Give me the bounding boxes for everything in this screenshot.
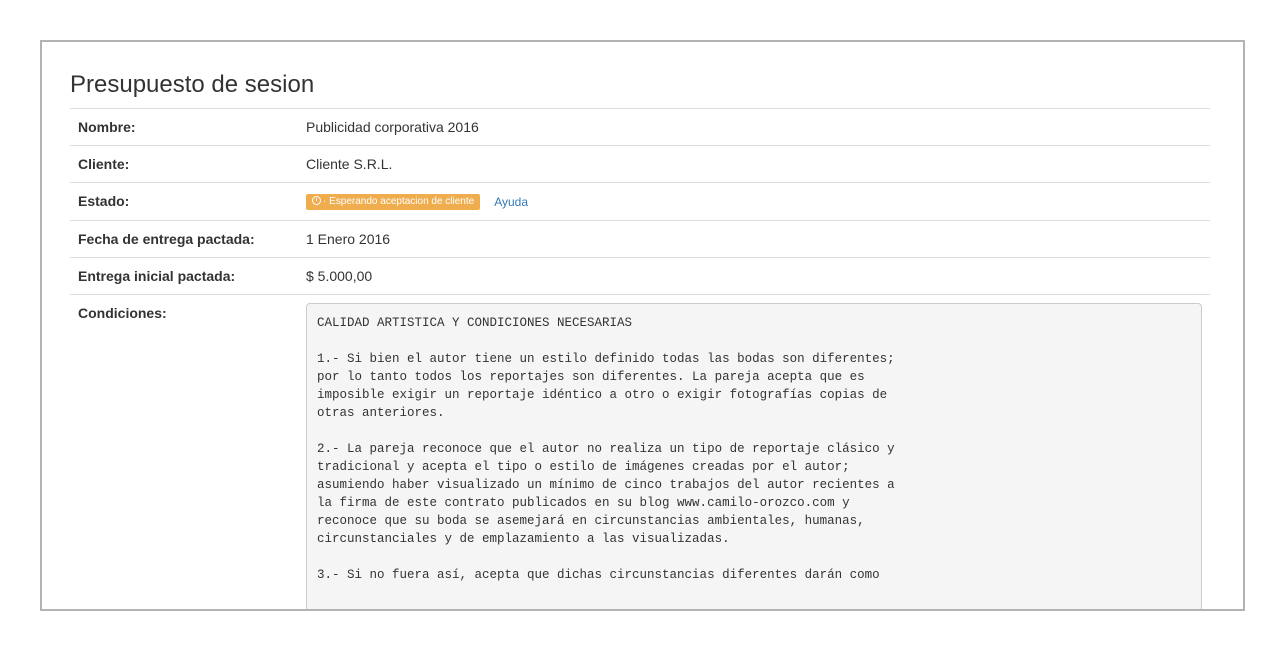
status-badge: · Esperando aceptacion de cliente bbox=[306, 194, 481, 211]
cliente-label: Cliente: bbox=[70, 145, 298, 183]
clock-icon bbox=[312, 196, 321, 206]
row-estado: Estado: · Esperando aceptacion de client… bbox=[70, 181, 1210, 221]
nombre-value: Publicidad corporativa 2016 bbox=[298, 108, 1210, 146]
condiciones-label: Condiciones: bbox=[70, 294, 298, 609]
row-cliente: Cliente: Cliente S.R.L. bbox=[70, 145, 1210, 183]
budget-panel: Presupuesto de sesion Nombre: Publicidad… bbox=[40, 40, 1245, 611]
nombre-label: Nombre: bbox=[70, 108, 298, 146]
cliente-value: Cliente S.R.L. bbox=[298, 145, 1210, 183]
conditions-textarea[interactable]: CALIDAD ARTISTICA Y CONDICIONES NECESARI… bbox=[306, 303, 1202, 609]
row-entrega: Entrega inicial pactada: $ 5.000,00 bbox=[70, 257, 1210, 295]
condiciones-value: CALIDAD ARTISTICA Y CONDICIONES NECESARI… bbox=[298, 294, 1210, 609]
estado-value: · Esperando aceptacion de cliente Ayuda bbox=[298, 181, 1210, 221]
row-fecha: Fecha de entrega pactada: 1 Enero 2016 bbox=[70, 220, 1210, 258]
estado-label: Estado: bbox=[70, 181, 298, 221]
fecha-value: 1 Enero 2016 bbox=[298, 220, 1210, 258]
status-badge-text: · Esperando aceptacion de cliente bbox=[323, 196, 475, 208]
row-nombre: Nombre: Publicidad corporativa 2016 bbox=[70, 108, 1210, 146]
details-table: Nombre: Publicidad corporativa 2016 Clie… bbox=[70, 108, 1210, 609]
fecha-label: Fecha de entrega pactada: bbox=[70, 220, 298, 258]
help-link[interactable]: Ayuda bbox=[494, 195, 528, 209]
entrega-value: $ 5.000,00 bbox=[298, 257, 1210, 295]
page-title: Presupuesto de sesion bbox=[70, 71, 315, 98]
entrega-label: Entrega inicial pactada: bbox=[70, 257, 298, 295]
row-condiciones: Condiciones: CALIDAD ARTISTICA Y CONDICI… bbox=[70, 294, 1210, 609]
